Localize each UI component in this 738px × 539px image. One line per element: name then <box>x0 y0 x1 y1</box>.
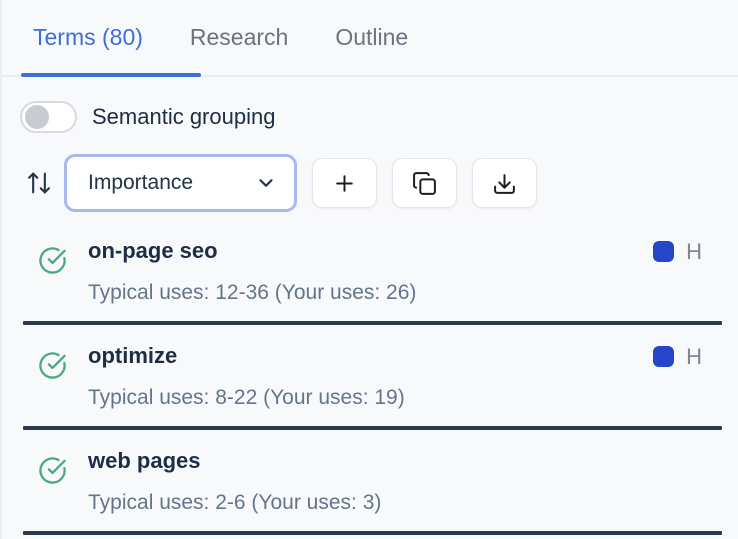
tab-bar: Terms (80) Research Outline <box>2 0 738 77</box>
term-usage: Typical uses: 2-6 (Your uses: 3) <box>88 491 382 514</box>
row-divider <box>23 531 722 535</box>
download-icon <box>492 171 517 196</box>
term-usage: Typical uses: 12-36 (Your uses: 26) <box>88 281 417 304</box>
term-content: optimize Typical uses: 8-22 (Your uses: … <box>88 340 653 412</box>
tab-outline[interactable]: Outline <box>335 24 408 51</box>
term-row[interactable]: web pages Typical uses: 2-6 (Your uses: … <box>2 430 738 531</box>
term-usage: Typical uses: 8-22 (Your uses: 19) <box>88 386 405 409</box>
toggle-knob <box>25 105 49 129</box>
semantic-grouping-row: Semantic grouping <box>20 101 738 133</box>
tab-research[interactable]: Research <box>190 24 288 51</box>
sort-dropdown-value: Importance <box>88 171 194 194</box>
check-circle-icon[interactable] <box>38 246 67 275</box>
sort-direction-button[interactable] <box>24 168 54 198</box>
chevron-down-icon <box>255 172 277 194</box>
blue-square-marker <box>653 346 675 367</box>
term-content: on-page seo Typical uses: 12-36 (Your us… <box>88 235 653 307</box>
term-row[interactable]: on-page seo Typical uses: 12-36 (Your us… <box>2 220 738 321</box>
blue-square-marker <box>653 241 675 262</box>
semantic-grouping-toggle[interactable] <box>20 101 77 133</box>
tab-terms[interactable]: Terms (80) <box>33 24 143 51</box>
term-name: web pages <box>88 448 201 473</box>
term-list: on-page seo Typical uses: 12-36 (Your us… <box>2 220 738 535</box>
add-term-button[interactable] <box>312 158 377 208</box>
check-circle-icon[interactable] <box>38 351 67 380</box>
term-name: optimize <box>88 343 178 368</box>
download-terms-button[interactable] <box>472 158 537 208</box>
copy-terms-button[interactable] <box>392 158 457 208</box>
heading-marker-group: H <box>653 346 722 368</box>
heading-marker: H <box>686 239 702 264</box>
heading-marker-group: H <box>653 241 722 263</box>
term-name: on-page seo <box>88 238 218 263</box>
heading-marker: H <box>686 344 702 369</box>
sort-dropdown[interactable]: Importance <box>64 154 297 212</box>
active-tab-indicator <box>21 73 201 77</box>
copy-icon <box>412 171 437 196</box>
check-circle-icon[interactable] <box>38 456 67 485</box>
term-row[interactable]: optimize Typical uses: 8-22 (Your uses: … <box>2 325 738 426</box>
term-content: web pages Typical uses: 2-6 (Your uses: … <box>88 445 722 517</box>
semantic-grouping-label: Semantic grouping <box>92 104 276 129</box>
plus-icon <box>332 171 357 196</box>
arrow-up-down-icon <box>25 169 53 197</box>
sort-toolbar: Importance <box>24 154 738 212</box>
